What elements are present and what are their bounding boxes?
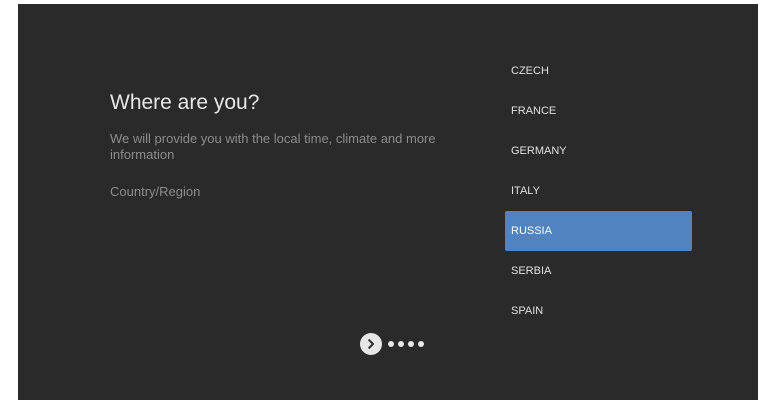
- country-item-czech[interactable]: CZECH: [505, 51, 692, 91]
- step-dot: [408, 341, 414, 347]
- country-item-france[interactable]: FRANCE: [505, 91, 692, 131]
- page-title: Where are you?: [110, 91, 260, 114]
- step-pager: [360, 332, 428, 356]
- next-button[interactable]: [360, 333, 382, 355]
- country-item-italy[interactable]: ITALY: [505, 171, 692, 211]
- setup-screen: Where are you? We will provide you with …: [18, 4, 758, 400]
- country-item-germany[interactable]: GERMANY: [505, 131, 692, 171]
- step-dot: [418, 341, 424, 347]
- country-list: CZECH FRANCE GERMANY ITALY RUSSIA SERBIA…: [505, 51, 692, 331]
- country-item-serbia[interactable]: SERBIA: [505, 251, 692, 291]
- country-region-label: Country/Region: [110, 184, 201, 199]
- country-item-spain[interactable]: SPAIN: [505, 291, 692, 331]
- chevron-right-icon: [368, 339, 374, 349]
- country-item-russia[interactable]: RUSSIA: [505, 211, 692, 251]
- step-dot: [388, 341, 394, 347]
- step-dot: [398, 341, 404, 347]
- page-subtitle: We will provide you with the local time,…: [110, 131, 436, 162]
